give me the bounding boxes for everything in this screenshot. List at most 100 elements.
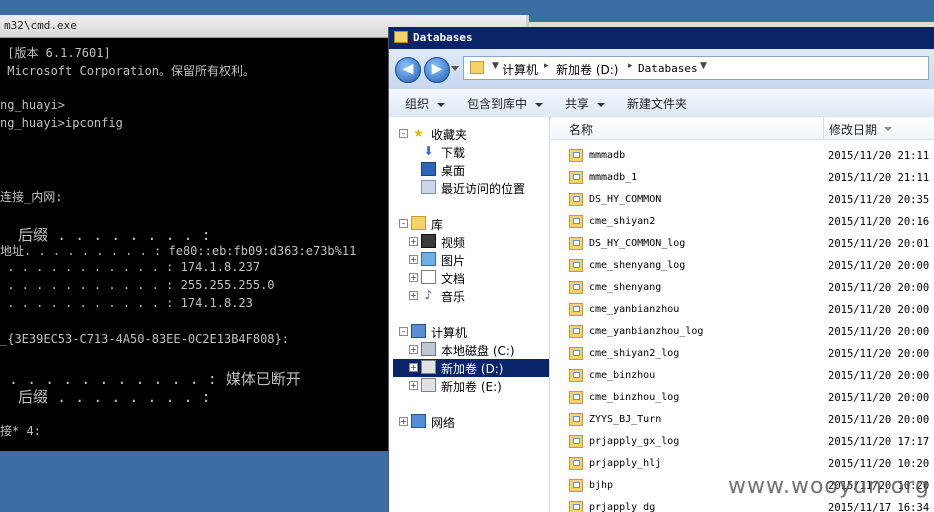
nav-downloads[interactable]: ⬇ 下载 <box>421 143 547 161</box>
collapse-icon[interactable]: – <box>399 129 408 138</box>
file-row[interactable]: cme_yanbianzhou 2015/11/20 20:00 <box>551 299 934 321</box>
file-row[interactable]: ZYYS_BJ_Turn 2015/11/20 20:00 <box>551 409 934 431</box>
nav-recent-places[interactable]: 最近访问的位置 <box>421 179 547 197</box>
column-divider[interactable] <box>823 117 824 139</box>
file-row[interactable]: cme_shenyang_log 2015/11/20 20:00 <box>551 255 934 277</box>
expand-icon[interactable]: + <box>409 237 418 246</box>
new-folder-button[interactable]: 新建文件夹 <box>627 95 687 112</box>
database-file-icon <box>569 303 583 316</box>
database-file-icon <box>569 435 583 448</box>
file-name: cme_binzhou_log <box>589 392 680 403</box>
chevron-down-icon <box>597 102 606 107</box>
chevron-right-icon[interactable]: ▼ <box>492 61 499 71</box>
file-row[interactable]: DS_HY_COMMON 2015/11/20 20:35 <box>551 189 934 211</box>
nav-desktop[interactable]: 桌面 <box>421 161 547 179</box>
share-button[interactable]: 共享 <box>565 95 606 112</box>
file-row[interactable]: mmmadb_1 2015/11/20 21:11 <box>551 167 934 189</box>
file-name: DS_HY_COMMON <box>589 194 662 205</box>
file-name: prjapply_gx_log <box>589 436 680 447</box>
console-line: . . . . . . . . . . . : 174.1.8.23 <box>0 296 253 310</box>
file-modified-date: 2015/11/20 20:00 <box>828 414 930 426</box>
include-in-library-button[interactable]: 包含到库中 <box>467 95 544 112</box>
column-modified[interactable]: 修改日期 <box>829 121 877 138</box>
file-modified-date: 2015/11/20 20:35 <box>828 194 930 206</box>
back-button[interactable]: ◀ <box>395 57 421 83</box>
console-line: ng_huayi> <box>0 98 66 112</box>
chevron-right-icon[interactable]: ▸ <box>544 61 549 71</box>
database-file-icon <box>569 457 583 470</box>
collapse-icon[interactable]: – <box>399 219 408 228</box>
expand-icon[interactable]: + <box>409 381 418 390</box>
computer-icon <box>411 324 426 338</box>
explorer-titlebar[interactable]: Databases <box>389 27 934 49</box>
file-row[interactable]: prjapply_dg 2015/11/17 16:34 <box>551 497 934 512</box>
nav-drive-d[interactable]: + 新加卷 (D:) <box>393 359 549 377</box>
console-line: [版本 6.1.7601] <box>0 46 111 60</box>
nav-documents[interactable]: + 文档 <box>409 269 547 287</box>
file-modified-date: 2015/11/20 20:16 <box>828 216 930 228</box>
file-row[interactable]: cme_binzhou 2015/11/20 20:00 <box>551 365 934 387</box>
nav-computer[interactable]: – 计算机 <box>399 323 547 341</box>
console-line: _{3E39EC53-C713-4A50-83EE-0C2E13B4F808}: <box>0 332 289 346</box>
file-row[interactable]: cme_binzhou_log 2015/11/20 20:00 <box>551 387 934 409</box>
address-bar[interactable]: ▼ 计算机 ▸ 新加卷 (D:) ▸ Databases ▼ <box>463 56 929 80</box>
expand-icon[interactable]: + <box>399 417 408 426</box>
watermark: www.wooyun.org <box>728 474 930 499</box>
database-file-icon <box>569 281 583 294</box>
file-row[interactable]: cme_shiyan2 2015/11/20 20:16 <box>551 211 934 233</box>
navigation-pane[interactable]: – ★ 收藏夹 ⬇ 下载 桌面 最近访问的位置 – 库 + 视频 + 图片 + … <box>389 117 550 512</box>
file-row[interactable]: cme_shiyan2_log 2015/11/20 20:00 <box>551 343 934 365</box>
file-row[interactable]: cme_shenyang 2015/11/20 20:00 <box>551 277 934 299</box>
console-line: 连接_内网: <box>0 190 63 204</box>
expand-icon[interactable]: + <box>409 273 418 282</box>
expand-icon[interactable]: + <box>409 255 418 264</box>
file-row[interactable]: prjapply_gx_log 2015/11/20 17:17 <box>551 431 934 453</box>
breadcrumb-databases[interactable]: Databases <box>638 62 698 75</box>
video-icon <box>421 234 436 248</box>
chevron-down-icon[interactable]: ▼ <box>700 61 707 71</box>
expand-icon[interactable]: + <box>409 291 418 300</box>
file-modified-date: 2015/11/20 10:20 <box>828 458 930 470</box>
drive-icon <box>421 342 436 356</box>
organize-button[interactable]: 组织 <box>405 95 446 112</box>
database-file-icon <box>569 501 583 512</box>
nav-pictures[interactable]: + 图片 <box>409 251 547 269</box>
network-icon <box>411 414 426 428</box>
document-icon <box>421 270 436 284</box>
file-name: cme_yanbianzhou <box>589 304 680 315</box>
collapse-icon[interactable]: – <box>399 327 408 336</box>
file-name: cme_shenyang_log <box>589 260 686 271</box>
nav-network[interactable]: + 网络 <box>399 413 547 431</box>
file-row[interactable]: mmmadb 2015/11/20 21:11 <box>551 145 934 167</box>
database-file-icon <box>569 479 583 492</box>
nav-favorites[interactable]: – ★ 收藏夹 <box>399 125 547 143</box>
forward-button[interactable]: ▶ <box>424 57 450 83</box>
nav-videos[interactable]: + 视频 <box>409 233 547 251</box>
recent-places-icon <box>421 180 436 194</box>
file-name: cme_yanbianzhou_log <box>589 326 704 337</box>
explorer-window[interactable]: Databases ◀ ▶ ▼ 计算机 ▸ 新加卷 (D:) ▸ Databas… <box>388 27 934 512</box>
breadcrumb-drive-d[interactable]: 新加卷 (D:) <box>556 61 618 78</box>
drive-icon <box>421 360 436 374</box>
chevron-right-icon[interactable]: ▸ <box>628 61 633 71</box>
cmd-console[interactable]: [版本 6.1.7601] Microsoft Corporation。保留所有… <box>0 42 388 451</box>
file-modified-date: 2015/11/20 20:00 <box>828 260 930 272</box>
expand-icon[interactable]: + <box>409 345 418 354</box>
column-header: 名称 修改日期 <box>551 117 934 140</box>
file-row[interactable]: DS_HY_COMMON_log 2015/11/20 20:01 <box>551 233 934 255</box>
nav-music[interactable]: + ♪ 音乐 <box>409 287 547 305</box>
file-row[interactable]: prjapply_hlj 2015/11/20 10:20 <box>551 453 934 475</box>
breadcrumb-computer[interactable]: 计算机 <box>502 61 538 78</box>
history-dropdown-icon[interactable] <box>451 66 459 71</box>
file-name: prjapply_hlj <box>589 458 662 469</box>
file-list[interactable]: 名称 修改日期 mmmadb 2015/11/20 21:11 mmmadb_1 20… <box>551 117 934 512</box>
desktop-icon <box>421 162 436 176</box>
column-name[interactable]: 名称 <box>569 121 593 138</box>
file-row[interactable]: cme_yanbianzhou_log 2015/11/20 20:00 <box>551 321 934 343</box>
nav-drive-e[interactable]: + 新加卷 (E:) <box>409 377 547 395</box>
nav-libraries[interactable]: – 库 <box>399 215 547 233</box>
file-modified-date: 2015/11/20 20:00 <box>828 348 930 360</box>
nav-drive-c[interactable]: + 本地磁盘 (C:) <box>409 341 547 359</box>
expand-icon[interactable]: + <box>409 363 418 372</box>
database-file-icon <box>569 215 583 228</box>
